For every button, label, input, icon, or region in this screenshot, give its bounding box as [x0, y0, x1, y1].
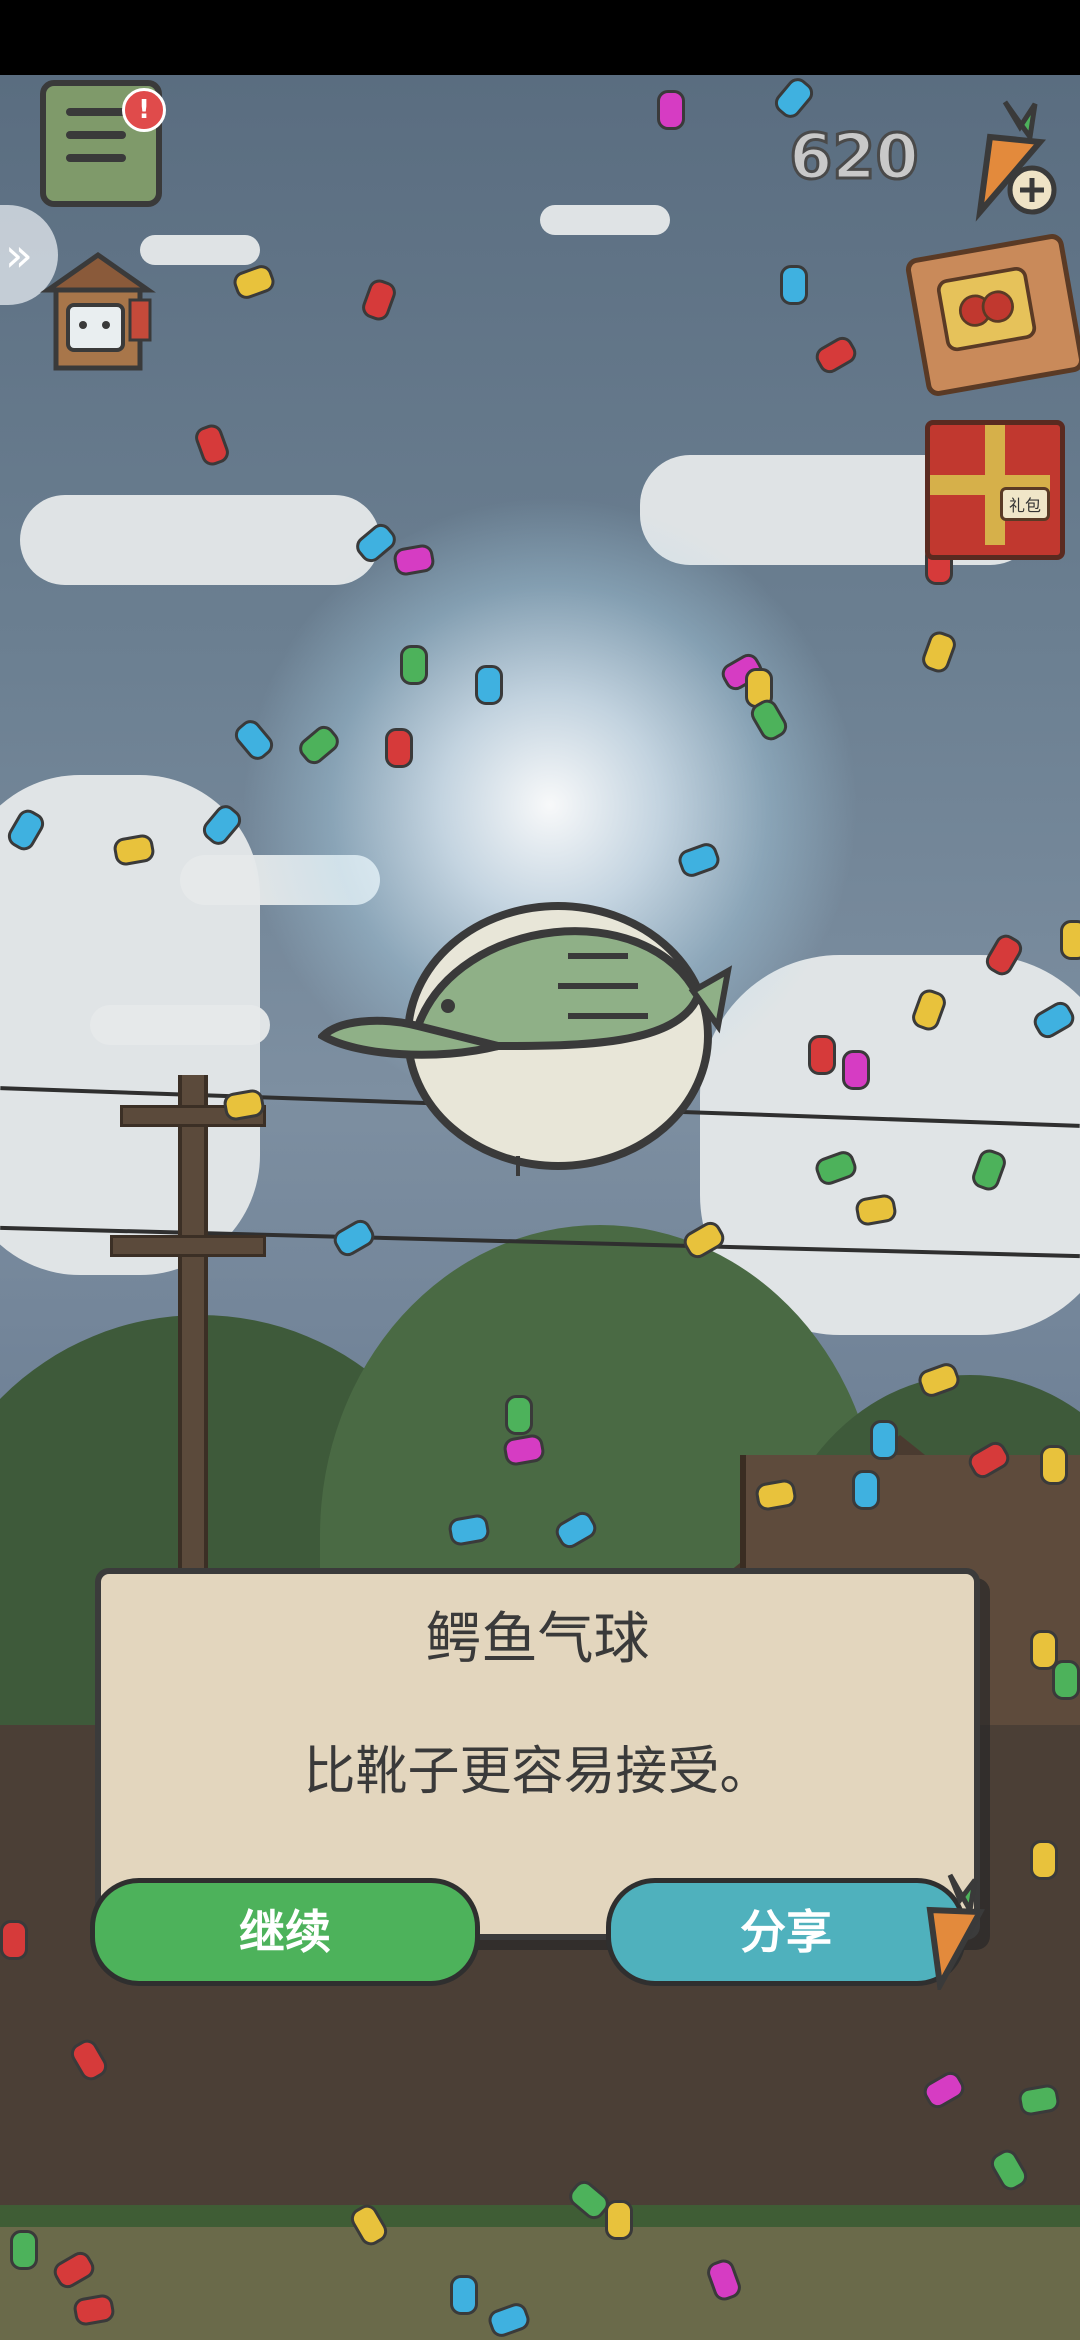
confetti-piece	[385, 728, 413, 768]
confetti-piece	[505, 1395, 533, 1435]
cloud	[90, 1005, 270, 1045]
dialog-message: 比靴子更容易接受。	[303, 1742, 772, 1802]
shrine-mailbox-icon[interactable]	[38, 250, 158, 380]
book-line	[66, 108, 126, 116]
confetti-piece	[10, 2230, 38, 2270]
confetti-piece	[605, 2200, 633, 2240]
confetti-piece	[808, 1035, 836, 1075]
confetti-piece	[1060, 920, 1080, 960]
cloud	[20, 495, 380, 585]
continue-button[interactable]: 继续	[90, 1878, 480, 1986]
lottery-ticket-icon[interactable]	[904, 232, 1080, 398]
confetti-piece	[852, 1470, 880, 1510]
chevron-right-icon: »	[4, 228, 34, 282]
carrot-icon	[926, 1873, 985, 1990]
dialog-title: 鳄鱼气球	[425, 1607, 650, 1672]
crocodile-balloon	[318, 902, 733, 1176]
status-bar	[0, 0, 1080, 75]
game-screen: ! » 620 礼包 鳄鱼气球 比靴子更容易接受。 继续 分享	[0, 0, 1080, 2340]
confetti-piece	[1030, 1840, 1058, 1880]
alert-badge: !	[122, 88, 166, 132]
ticket-art	[936, 266, 1037, 352]
gift-tag: 礼包	[1000, 487, 1051, 521]
pole-crossbar	[110, 1235, 266, 1257]
confetti-piece	[1052, 1660, 1080, 1700]
background-scene	[0, 75, 1080, 2340]
cloud	[140, 235, 260, 265]
book-line	[66, 131, 126, 139]
confetti-piece	[870, 1420, 898, 1460]
gift-box-icon[interactable]: 礼包	[925, 420, 1065, 560]
ground	[0, 2205, 1080, 2340]
confetti-piece	[400, 645, 428, 685]
cloud	[540, 205, 670, 235]
confetti-piece	[1040, 1445, 1068, 1485]
carrot-plus-icon[interactable]	[950, 92, 1060, 222]
confetti-piece	[450, 2275, 478, 2315]
book-line	[66, 154, 126, 162]
carrot-count: 620	[788, 119, 920, 195]
confetti-piece	[842, 1050, 870, 1090]
confetti-piece	[475, 665, 503, 705]
confetti-piece	[0, 1920, 28, 1960]
confetti-piece	[657, 90, 685, 130]
confetti-piece	[780, 265, 808, 305]
